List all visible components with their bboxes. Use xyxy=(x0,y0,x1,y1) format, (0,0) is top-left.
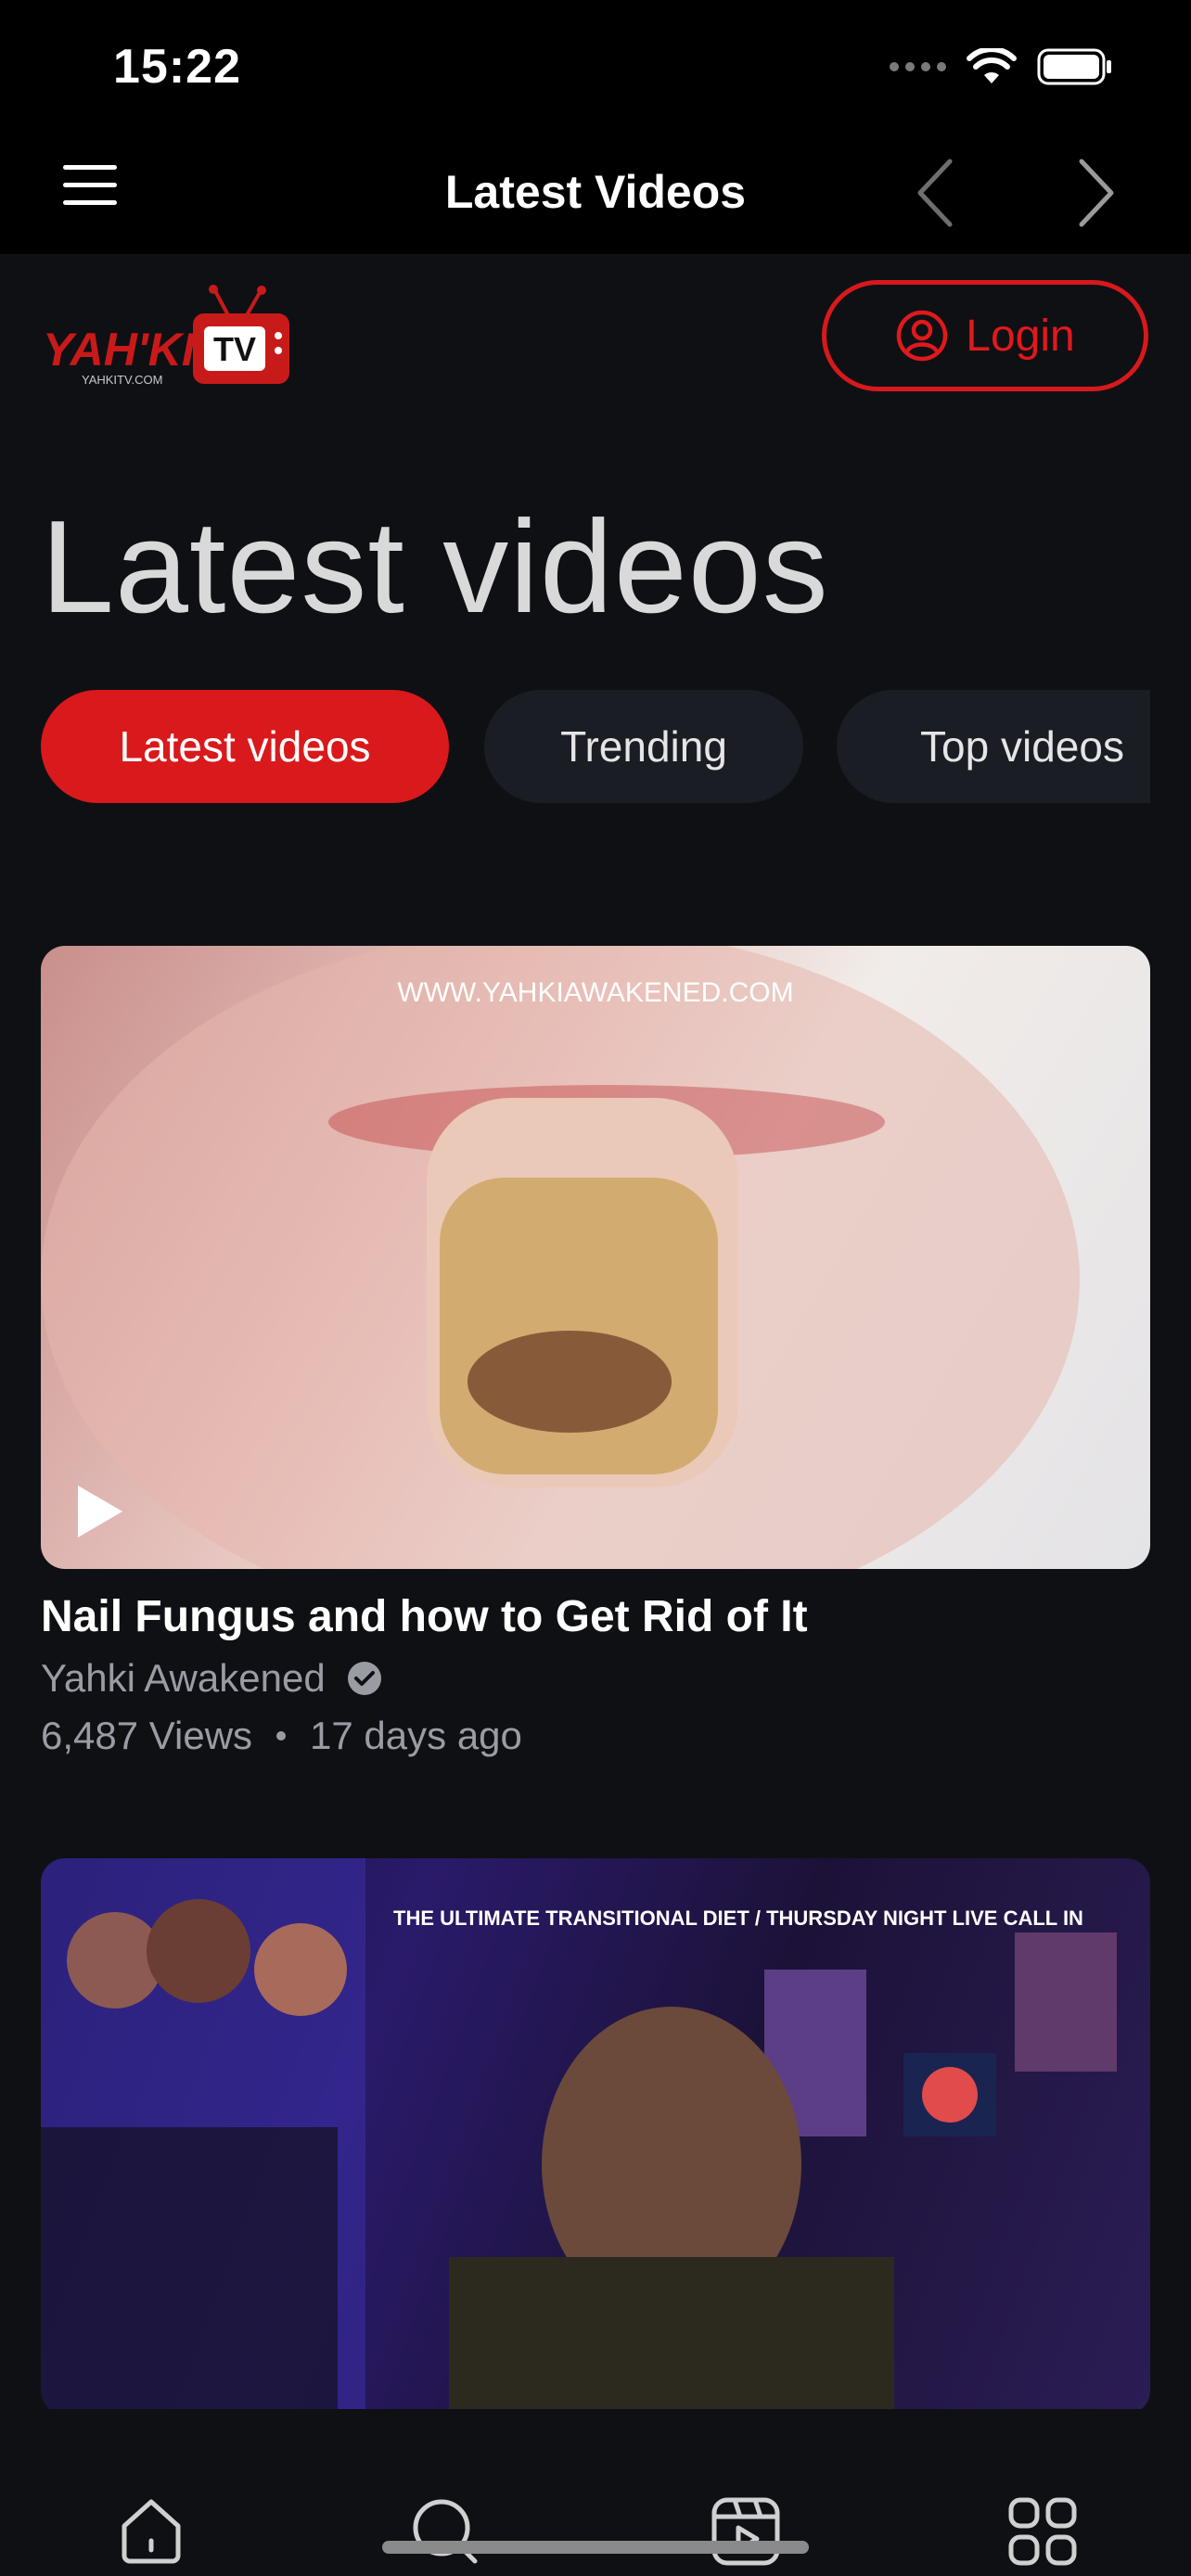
thumbnail-caption: THE ULTIMATE TRANSITIONAL DIET / THURSDA… xyxy=(393,1906,1083,1930)
channel-name: Yahki Awakened xyxy=(41,1656,326,1700)
svg-text:YAH'KI: YAH'KI xyxy=(43,324,196,376)
svg-text:TV: TV xyxy=(213,330,256,368)
search-icon[interactable] xyxy=(408,2494,482,2569)
tab-latest-videos[interactable]: Latest videos xyxy=(41,690,449,803)
upload-age: 17 days ago xyxy=(310,1714,522,1757)
video-thumbnail[interactable]: THE ULTIMATE TRANSITIONAL DIET / THURSDA… xyxy=(41,1858,1150,2415)
user-icon xyxy=(897,310,948,362)
thumbnail-caption: WWW.YAHKIAWAKENED.COM xyxy=(397,977,794,1008)
svg-text:YAHKITV.COM: YAHKITV.COM xyxy=(82,373,162,387)
channel-row[interactable]: Yahki Awakened xyxy=(41,1656,383,1701)
verified-badge-icon xyxy=(347,1662,381,1695)
thumbnail-image xyxy=(41,1858,1117,2415)
chevron-left-icon[interactable] xyxy=(909,154,965,232)
view-count: 6,487 Views xyxy=(41,1714,253,1757)
navigation-bar: Latest Videos xyxy=(0,130,1191,254)
tab-top-videos[interactable]: Top videos xyxy=(837,690,1150,803)
play-icon[interactable] xyxy=(72,1482,126,1541)
page-title: Latest videos xyxy=(41,493,829,641)
home-indicator[interactable] xyxy=(382,2541,809,2554)
nav-title: Latest Videos xyxy=(444,166,747,218)
battery-icon xyxy=(1037,48,1111,85)
video-thumbnail[interactable]: WWW.YAHKIAWAKENED.COM xyxy=(41,946,1150,1569)
chevron-right-icon[interactable] xyxy=(1067,154,1122,232)
videos-icon[interactable] xyxy=(709,2494,783,2569)
login-button[interactable]: Login xyxy=(822,280,1148,391)
video-meta: 6,487 Views 17 days ago xyxy=(41,1714,522,1758)
apps-grid-icon[interactable] xyxy=(1005,2494,1080,2569)
cellular-signal-icon xyxy=(890,62,946,71)
login-label: Login xyxy=(966,311,1075,361)
yahki-tv-logo[interactable]: TV YAH'KI YAHKITV.COM xyxy=(41,284,297,393)
thumbnail-image xyxy=(41,946,1080,1569)
status-icons xyxy=(890,45,1113,89)
tab-trending[interactable]: Trending xyxy=(484,690,803,803)
status-time: 15:22 xyxy=(113,40,241,94)
status-bar: 15:22 xyxy=(0,0,1191,130)
wifi-icon xyxy=(967,48,1017,83)
separator-dot xyxy=(276,1731,287,1741)
filter-tabs: Latest videos Trending Top videos xyxy=(41,690,1150,803)
video-title[interactable]: Nail Fungus and how to Get Rid of It xyxy=(41,1591,808,1642)
home-icon[interactable] xyxy=(115,2494,187,2567)
